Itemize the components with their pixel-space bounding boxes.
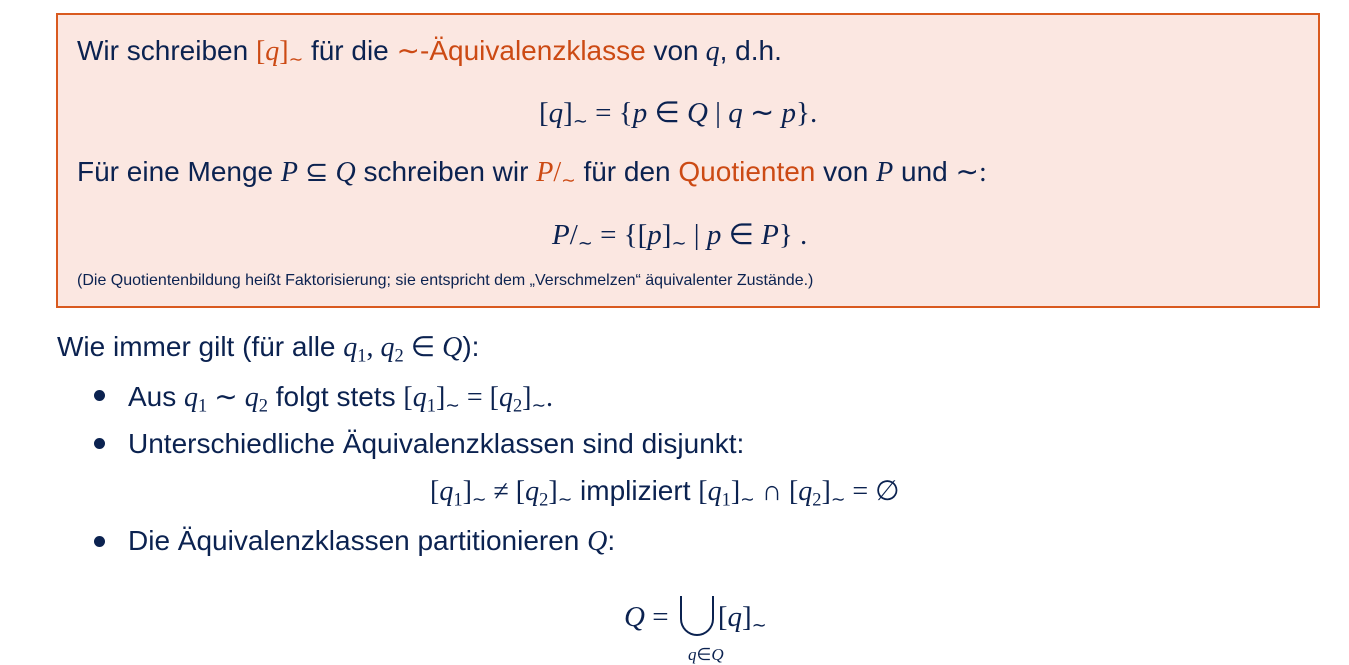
text: folgt stets <box>275 381 396 412</box>
formula-partition: Q = [q]∼ <box>624 596 767 636</box>
definition-line-3: Für eine Menge P ⊆ Q schreiben wir P/∼ f… <box>77 155 987 191</box>
text: ): <box>462 331 480 362</box>
text: , d.h. <box>719 35 782 66</box>
math-sim: ∼: <box>955 157 987 188</box>
math-Q: Q <box>587 526 608 557</box>
bullet-3 <box>94 536 105 547</box>
math-equiv: q1 ∼ q2 <box>184 382 268 416</box>
definition-note: (Die Quotientenbildung heißt Faktorisier… <box>77 272 814 289</box>
text: : <box>607 525 616 556</box>
text: Aus <box>128 381 177 412</box>
text: schreiben wir <box>363 156 529 187</box>
text: und <box>901 156 948 187</box>
math-P: P <box>876 157 894 188</box>
math-q1q2: q1, q2 ∈ Q <box>343 332 463 366</box>
formula-disjoint: [q1]∼ ≠ [q2]∼ impliziert [q1]∼ ∩ [q2]∼ =… <box>430 475 900 510</box>
fact-item-2: Unterschiedliche Äquivalenzklassen sind … <box>128 428 745 459</box>
definition-line-1: Wir schreiben [q]∼ für die ∼-Äquivalenzk… <box>77 34 782 70</box>
class-notation: [q]∼ <box>255 36 304 69</box>
math-subset: P ⊆ Q <box>280 157 356 188</box>
text: von <box>653 35 699 66</box>
big-union-symbol <box>679 596 714 636</box>
text: impliziert <box>580 475 691 506</box>
bullet-2 <box>94 438 105 449</box>
formula-class-def: [q]∼ = {p ∈ Q | q ∼ p}. <box>539 97 818 132</box>
text: für die <box>310 35 389 66</box>
formula-quotient-def: P/∼ = {[p]∼ | p ∈ P} . <box>552 219 808 254</box>
fact-item-1: Aus q1 ∼ q2 folgt stets [q1]∼ = [q2]∼. <box>128 380 553 417</box>
term-quotient: Quotienten <box>678 156 816 187</box>
text: Wir schreiben <box>77 35 249 66</box>
math-q: q <box>698 36 720 67</box>
text: Für eine Menge <box>77 156 274 187</box>
text: Die Äquivalenzklassen partitionieren <box>128 525 580 556</box>
math-class-eq: [q1]∼ = [q2]∼. <box>403 382 554 416</box>
term-equivalence-class: ∼-Äquivalenzklasse <box>396 35 646 67</box>
facts-intro: Wie immer gilt (für alle q1, q2 ∈ Q): <box>57 330 479 367</box>
union-index: q∈Q <box>688 645 724 664</box>
text: für den <box>583 156 671 187</box>
text: Wie immer gilt (für alle <box>57 331 336 362</box>
bullet-1 <box>94 390 105 401</box>
quotient-notation: P/∼ <box>536 157 576 190</box>
fact-item-3: Die Äquivalenzklassen partitionieren Q: <box>128 525 615 558</box>
text: von <box>823 156 869 187</box>
